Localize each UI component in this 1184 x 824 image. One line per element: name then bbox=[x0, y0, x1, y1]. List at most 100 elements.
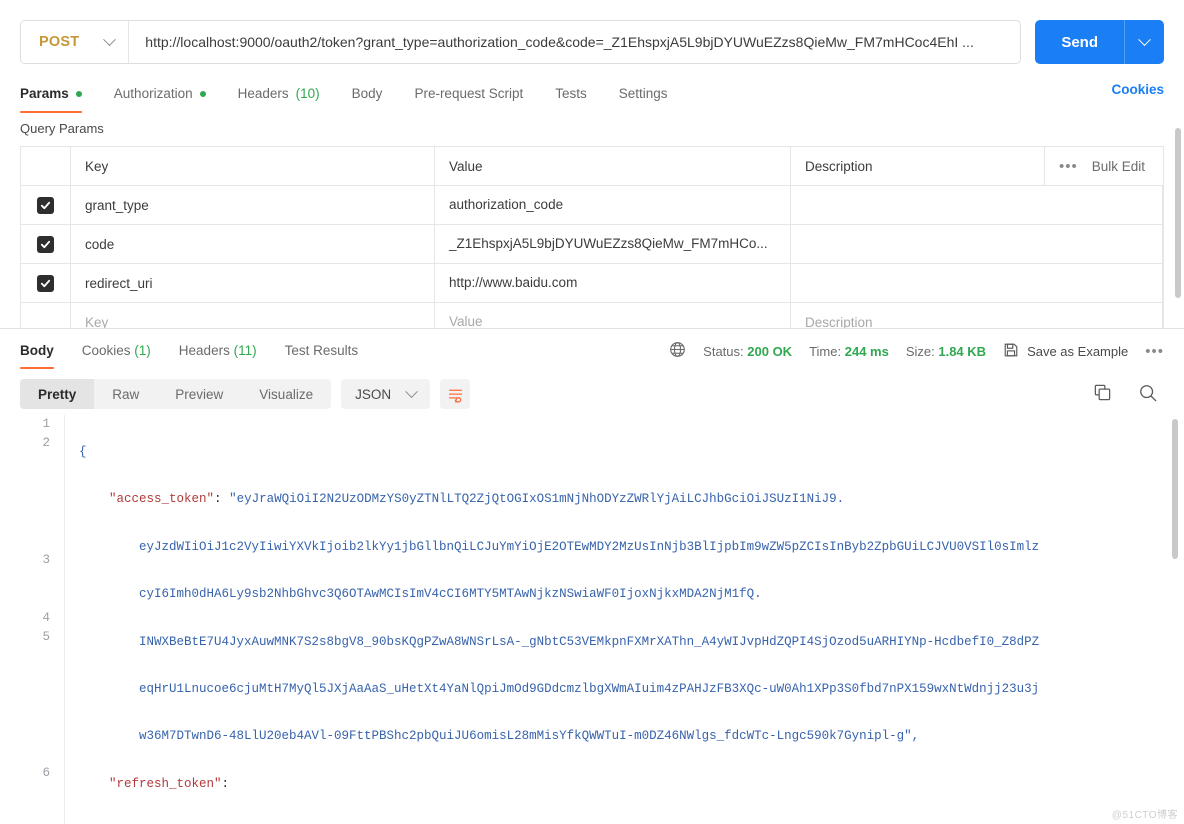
line-number: 3 bbox=[42, 552, 50, 567]
response-tab-headers[interactable]: Headers (11) bbox=[165, 331, 271, 371]
response-tab-test-results[interactable]: Test Results bbox=[271, 331, 373, 371]
code-line: INWXBeBtE7U4JyxAuwMNK7S2s8bgV8_90bsKQgPZ… bbox=[79, 634, 1040, 649]
table-row[interactable]: redirect_uri http://www.baidu.com bbox=[21, 264, 1163, 303]
param-value[interactable]: _Z1EhspxjA5L9bjDYUWuEZzs8QieMw_FM7mHCo..… bbox=[435, 225, 791, 263]
code-line: "refresh_token": bbox=[109, 776, 230, 791]
param-key[interactable]: code bbox=[71, 225, 435, 263]
line-number bbox=[0, 454, 50, 473]
body-view-segmented-control: Pretty Raw Preview Visualize bbox=[20, 379, 332, 409]
table-row[interactable]: grant_type authorization_code bbox=[21, 186, 1163, 225]
http-method-label: POST bbox=[39, 34, 80, 50]
response-pane: Body Cookies (1) Headers (11) Test Resul… bbox=[0, 328, 1184, 824]
param-description[interactable] bbox=[791, 264, 1163, 302]
copy-icon[interactable] bbox=[1093, 383, 1112, 405]
row-checkbox[interactable] bbox=[21, 264, 71, 302]
cookies-link[interactable]: Cookies bbox=[1111, 82, 1164, 109]
tab-authorization-label: Authorization bbox=[113, 86, 193, 101]
response-tab-cookies-count: (1) bbox=[134, 343, 151, 358]
line-number bbox=[0, 570, 50, 589]
body-language-selector[interactable]: JSON bbox=[341, 379, 431, 409]
request-pane-scrollbar[interactable] bbox=[1175, 128, 1181, 298]
checkbox-checked-icon bbox=[37, 196, 54, 214]
tab-settings[interactable]: Settings bbox=[603, 78, 684, 113]
response-tab-cookies-label: Cookies bbox=[81, 343, 131, 358]
wrap-lines-button[interactable] bbox=[440, 379, 471, 409]
search-icon[interactable] bbox=[1138, 383, 1158, 406]
tab-pre-request-script[interactable]: Pre-request Script bbox=[398, 78, 539, 113]
tab-headers[interactable]: Headers (10) bbox=[222, 78, 336, 113]
column-header-value: Value bbox=[435, 147, 791, 185]
line-number-gutter: 1 2 3 4 5 6 bbox=[0, 415, 64, 824]
size-label: Size: bbox=[905, 343, 935, 359]
body-view-visualize[interactable]: Visualize bbox=[241, 379, 331, 409]
tab-headers-label: Headers bbox=[237, 86, 289, 101]
send-button[interactable]: Send bbox=[1035, 20, 1124, 64]
line-number: 2 bbox=[42, 436, 50, 451]
line-number bbox=[0, 725, 50, 744]
bulk-edit-button[interactable]: Bulk Edit bbox=[1092, 159, 1145, 174]
modified-dot-icon bbox=[199, 90, 206, 97]
body-language-label: JSON bbox=[355, 386, 392, 402]
column-header-description: Description bbox=[791, 147, 1045, 185]
checkbox-checked-icon bbox=[37, 235, 54, 253]
body-view-pretty[interactable]: Pretty bbox=[20, 379, 95, 409]
globe-icon bbox=[669, 341, 686, 361]
time-value: 244 ms bbox=[844, 343, 889, 359]
send-options-button[interactable] bbox=[1124, 20, 1164, 64]
code-content[interactable]: { "access_token": "eyJraWQiOiI2N2UzODMzY… bbox=[64, 415, 1184, 824]
tab-params[interactable]: Params bbox=[20, 78, 98, 113]
param-value[interactable]: authorization_code bbox=[435, 186, 791, 224]
code-line: { bbox=[79, 445, 87, 459]
row-checkbox[interactable] bbox=[21, 186, 71, 224]
tab-body[interactable]: Body bbox=[336, 78, 399, 113]
query-params-title: Query Params bbox=[20, 121, 104, 136]
response-tab-body-label: Body bbox=[20, 343, 54, 358]
response-header: Body Cookies (1) Headers (11) Test Resul… bbox=[0, 329, 1184, 373]
http-method-selector[interactable]: POST bbox=[21, 21, 130, 63]
table-header-row: Key Value Description ••• Bulk Edit bbox=[21, 147, 1163, 186]
body-view-raw[interactable]: Raw bbox=[94, 379, 157, 409]
code-line: cyI6Imh0dHA6Ly9sb2NhbGhvc3Q6OTAwMCIsImV4… bbox=[79, 587, 762, 602]
response-size: Size: 1.84 KB bbox=[906, 344, 986, 359]
tab-pre-request-script-label: Pre-request Script bbox=[414, 86, 524, 101]
more-options-icon[interactable]: ••• bbox=[1059, 158, 1078, 175]
save-as-example-label: Save as Example bbox=[1027, 343, 1129, 359]
param-key[interactable]: grant_type bbox=[71, 186, 435, 224]
param-description[interactable] bbox=[791, 225, 1163, 263]
line-number bbox=[0, 590, 50, 609]
param-key[interactable]: redirect_uri bbox=[71, 264, 435, 302]
body-actions bbox=[1093, 383, 1164, 406]
tab-tests-label: Tests bbox=[555, 86, 587, 101]
code-line: eyJzdWIiOiJ1c2VyIiwiYXVkIjoib2lkYy1jbGll… bbox=[79, 539, 1040, 554]
response-body-scrollbar[interactable] bbox=[1172, 419, 1178, 559]
tab-tests[interactable]: Tests bbox=[539, 78, 603, 113]
response-more-options-icon[interactable]: ••• bbox=[1145, 343, 1164, 360]
save-as-example-button[interactable]: Save as Example bbox=[1003, 342, 1128, 361]
response-tab-cookies[interactable]: Cookies (1) bbox=[68, 331, 165, 371]
response-tab-headers-count: (11) bbox=[233, 343, 257, 358]
checkbox-checked-icon bbox=[37, 274, 54, 292]
request-url-input[interactable] bbox=[129, 21, 1021, 63]
response-status: Status: 200 OK bbox=[703, 344, 792, 359]
code-line: "access_token": "eyJraWQiOiI2N2UzODMzYS0… bbox=[109, 492, 845, 507]
table-row[interactable]: code _Z1EhspxjA5L9bjDYUWuEZzs8QieMw_FM7m… bbox=[21, 225, 1163, 264]
send-group: Send bbox=[1035, 20, 1164, 64]
line-number bbox=[0, 648, 50, 667]
tab-body-label: Body bbox=[351, 86, 383, 101]
param-description[interactable] bbox=[791, 186, 1163, 224]
response-time: Time: 244 ms bbox=[809, 344, 889, 359]
code-rows: 1 2 3 4 5 6 {"access_token": "eyJraWQiO… bbox=[0, 415, 1184, 824]
line-number bbox=[0, 745, 50, 764]
body-format-toolbar: Pretty Raw Preview Visualize JSON bbox=[0, 373, 1184, 415]
row-checkbox[interactable] bbox=[21, 225, 71, 263]
query-params-table: Key Value Description ••• Bulk Edit gran… bbox=[20, 146, 1164, 342]
header-checkbox-cell bbox=[21, 147, 71, 185]
response-tab-body[interactable]: Body bbox=[20, 331, 68, 371]
body-view-preview[interactable]: Preview bbox=[157, 379, 241, 409]
param-value[interactable]: http://www.baidu.com bbox=[435, 264, 791, 302]
tab-authorization[interactable]: Authorization bbox=[98, 78, 222, 113]
url-field-group: POST bbox=[20, 20, 1022, 64]
response-body-code[interactable]: 1 2 3 4 5 6 {"access_token": "eyJraWQiO… bbox=[0, 415, 1184, 824]
line-number bbox=[0, 512, 50, 531]
tab-headers-count: (10) bbox=[295, 86, 320, 101]
